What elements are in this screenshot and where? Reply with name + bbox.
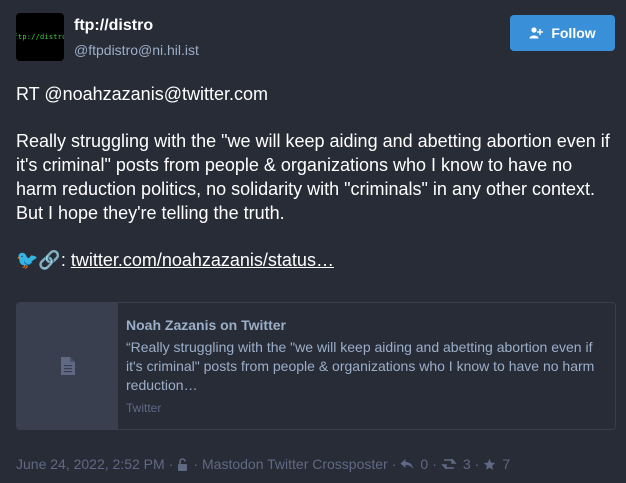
author-names[interactable]: ftp://distro @ftpdistro@ni.hil.ist	[74, 16, 199, 60]
file-icon	[60, 357, 75, 375]
separator-dot: ·	[168, 456, 174, 472]
status-header: ftp://distro ftp://distro @ftpdistro@ni.…	[16, 13, 615, 63]
follow-button[interactable]: Follow	[510, 15, 615, 51]
card-title: Noah Zazanis on Twitter	[126, 317, 286, 333]
application-name[interactable]: Mastodon Twitter Crossposter	[202, 456, 388, 472]
follow-button-label: Follow	[551, 25, 596, 41]
status-meta: June 24, 2022, 2:52 PM · · Mastodon Twit…	[16, 456, 616, 472]
card-provider: Twitter	[126, 401, 162, 415]
boost-icon[interactable]	[441, 458, 457, 470]
link-line: 🐦🔗: twitter.com/noahzazanis/status…	[16, 248, 616, 272]
rt-line: RT @noahzazanis@twitter.com	[16, 84, 268, 104]
display-name[interactable]: ftp://distro	[74, 16, 199, 36]
reply-icon[interactable]	[400, 458, 414, 470]
separator-dot: ·	[391, 456, 397, 472]
star-icon[interactable]	[483, 458, 496, 471]
status-content: RT @noahzazanis@twitter.com Really strug…	[16, 82, 616, 295]
bird-link-emoji: 🐦🔗:	[16, 250, 71, 270]
avatar[interactable]: ftp://distro	[16, 13, 64, 61]
status-link[interactable]: twitter.com/noahzazanis/status…	[71, 250, 334, 270]
avatar-text: ftp://distro	[16, 33, 64, 41]
timestamp[interactable]: June 24, 2022, 2:52 PM	[16, 456, 165, 472]
unlock-icon	[178, 457, 188, 471]
status-body: Really struggling with the "we will keep…	[16, 131, 610, 223]
boost-count: 3	[462, 456, 471, 472]
account-handle[interactable]: @ftpdistro@ni.hil.ist	[74, 40, 199, 60]
card-description: “Really struggling with the "we will kee…	[126, 339, 595, 393]
card-thumbnail	[17, 303, 118, 429]
separator-dot: ·	[432, 456, 437, 472]
link-preview-card[interactable]: Noah Zazanis on Twitter “Really struggli…	[16, 302, 616, 430]
reply-count: 0	[420, 456, 429, 472]
favourite-count: 7	[502, 456, 511, 472]
user-plus-icon	[529, 27, 544, 39]
separator-dot: ·	[193, 456, 199, 472]
card-body: Noah Zazanis on Twitter “Really struggli…	[118, 303, 615, 429]
separator-dot: ·	[474, 456, 480, 472]
